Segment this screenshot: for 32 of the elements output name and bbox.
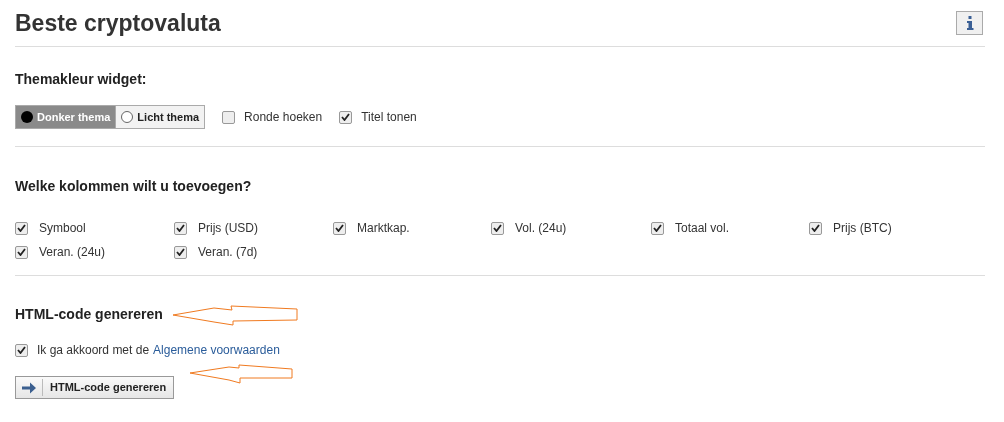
column-label: Totaal vol. (675, 220, 730, 237)
checkbox[interactable] (809, 221, 822, 235)
section-heading: HTML-code genereren (15, 305, 163, 324)
checkbox[interactable] (15, 221, 28, 235)
checkbox[interactable] (15, 245, 28, 259)
column-label: Veran. (7d) (198, 244, 258, 261)
column-label: Prijs (USD) (198, 220, 258, 237)
terms-link[interactable]: Algemene voorwaarden (153, 341, 280, 359)
generate-button[interactable]: HTML-code genereren (15, 376, 174, 399)
section-heading: Themakleur widget: (15, 70, 147, 89)
column-label: Prijs (BTC) (833, 220, 892, 237)
option-label: Ronde hoeken (244, 109, 323, 126)
theme-toggle[interactable]: Licht thema (115, 106, 205, 128)
column-label: Vol. (24u) (515, 220, 567, 237)
column-label: Symbool (39, 220, 86, 237)
checkbox[interactable] (333, 221, 346, 235)
info-icon (965, 16, 974, 30)
checkbox[interactable] (491, 221, 504, 235)
checkbox[interactable] (174, 245, 187, 259)
checkbox[interactable] (222, 110, 236, 124)
section-heading: Welke kolommen wilt u toevoegen? (15, 177, 252, 196)
checkbox[interactable] (651, 221, 664, 235)
agreement-text: Ik ga akkoord met de (37, 342, 150, 359)
option-label: Titel tonen (361, 109, 417, 126)
info-button[interactable] (956, 11, 983, 35)
column-label: Marktkap. (357, 220, 410, 237)
checkbox[interactable] (15, 343, 28, 357)
arrow-right-icon (22, 381, 36, 394)
page-title: Beste cryptovaluta (15, 8, 221, 38)
column-label: Veran. (24u) (39, 244, 106, 261)
checkbox[interactable] (339, 110, 353, 124)
checkbox[interactable] (174, 221, 187, 235)
